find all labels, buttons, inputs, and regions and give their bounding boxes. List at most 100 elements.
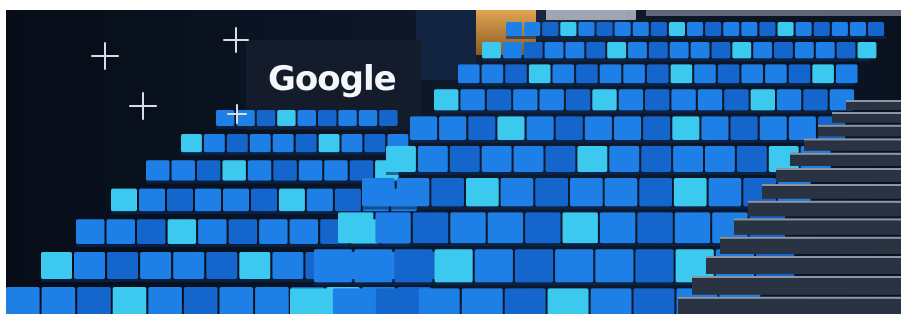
seat [181, 134, 202, 153]
seat [410, 116, 438, 140]
stair-nosing [692, 276, 901, 278]
seat [256, 110, 276, 126]
seat [251, 188, 277, 212]
stair-nosing [846, 100, 901, 102]
stair-nosing [804, 138, 901, 141]
seat [628, 42, 647, 59]
seat [650, 22, 667, 36]
seat [711, 42, 731, 59]
stair-step [720, 236, 901, 254]
seat [776, 89, 802, 111]
seat [434, 249, 473, 283]
seat [482, 42, 501, 59]
seat [239, 252, 271, 279]
seat [717, 64, 740, 84]
seat [236, 110, 255, 126]
seat [736, 146, 767, 172]
seat [697, 89, 723, 111]
stair-step [776, 168, 901, 182]
seat [417, 146, 448, 172]
seat [623, 64, 645, 84]
seat [741, 22, 758, 36]
seat [514, 249, 554, 283]
seat [750, 89, 775, 111]
seat [614, 116, 642, 140]
seat [687, 22, 704, 36]
seat [525, 212, 561, 244]
seat [195, 188, 221, 212]
seat [324, 160, 348, 181]
seat [341, 134, 363, 153]
seat [173, 252, 205, 279]
seat [481, 64, 504, 84]
seat [318, 134, 340, 153]
seat [614, 22, 631, 36]
seat [701, 116, 729, 140]
stair-nosing [720, 236, 901, 239]
seat [198, 219, 227, 244]
seat [434, 89, 459, 111]
stair-step [762, 184, 901, 199]
seat [604, 178, 638, 207]
seat [146, 160, 170, 181]
seat [788, 64, 811, 84]
seat [474, 249, 513, 283]
seat [487, 212, 524, 244]
seat [730, 116, 758, 140]
seat [468, 116, 496, 140]
seat [222, 160, 246, 181]
seat [647, 64, 669, 84]
seat [673, 146, 703, 172]
seat [332, 288, 374, 314]
seat [76, 219, 105, 244]
seat [107, 252, 139, 279]
seat [835, 64, 858, 84]
seat [364, 134, 386, 153]
row-shadow [410, 140, 822, 143]
seat [431, 178, 464, 207]
seat [458, 64, 480, 84]
seat [216, 110, 235, 126]
seat [111, 188, 137, 212]
scene-svg [6, 10, 901, 314]
seat [857, 42, 877, 59]
row-shadow [482, 58, 870, 62]
seat [203, 134, 225, 153]
seat [171, 160, 195, 181]
seat [542, 22, 559, 36]
seat [632, 22, 649, 36]
stair-step [706, 256, 901, 274]
seat [450, 212, 486, 244]
seat [273, 160, 297, 181]
seat [535, 178, 568, 207]
seat [306, 188, 333, 212]
seat [586, 42, 606, 59]
stair-step [734, 218, 901, 235]
seat [259, 219, 288, 244]
seat [112, 287, 147, 314]
seat [599, 212, 636, 244]
seat [505, 64, 527, 84]
seat [668, 22, 685, 36]
seat [439, 116, 467, 140]
seat [449, 146, 480, 172]
row-shadow [434, 110, 838, 114]
seat [461, 288, 503, 314]
seat [539, 89, 564, 111]
stair-step [692, 276, 901, 295]
seat [595, 249, 634, 283]
seat [788, 116, 816, 140]
seat [460, 89, 485, 111]
seat [794, 42, 814, 59]
seat [592, 89, 617, 111]
seat [338, 212, 374, 244]
seat [576, 64, 598, 84]
seat [577, 146, 608, 172]
stair-nosing [762, 184, 901, 186]
seat [672, 116, 700, 140]
seat [637, 212, 673, 244]
seat [578, 22, 595, 36]
seat [596, 22, 613, 36]
seat [354, 249, 393, 283]
seat [565, 89, 591, 111]
